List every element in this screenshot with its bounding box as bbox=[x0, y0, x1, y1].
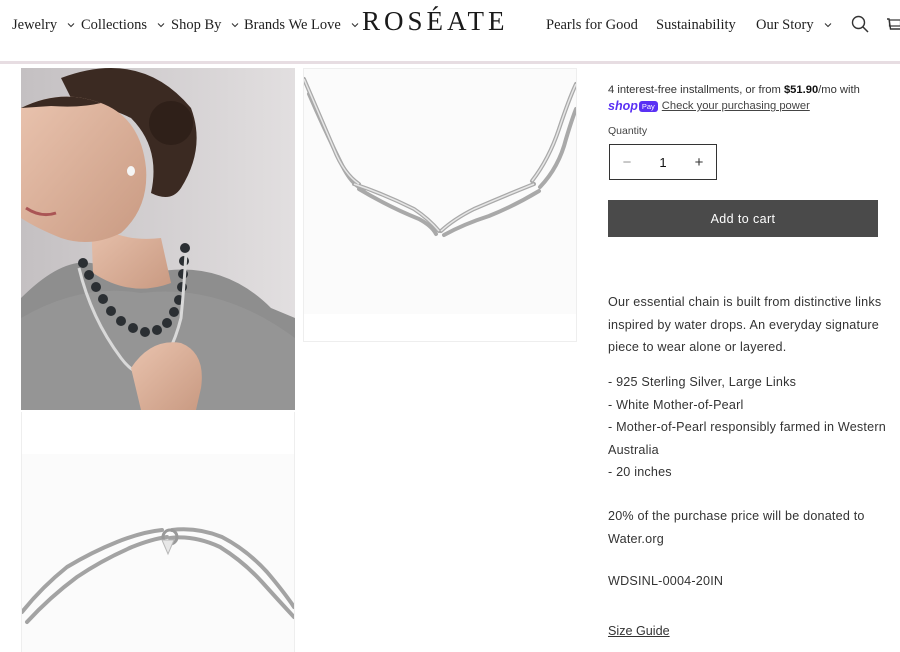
cart-icon[interactable] bbox=[884, 14, 900, 34]
installments-suffix: /mo with bbox=[818, 84, 860, 96]
nav-label: Brands We Love bbox=[244, 16, 341, 33]
quantity-increase-button[interactable]: + bbox=[682, 154, 716, 171]
nav-label: Collections bbox=[81, 16, 148, 33]
product-sku: WDSINL-0004-20IN bbox=[608, 574, 724, 588]
product-image-model[interactable] bbox=[21, 68, 295, 410]
nav-label: Sustainability bbox=[656, 16, 736, 33]
nav-label: Pearls for Good bbox=[546, 16, 638, 33]
product-description: Our essential chain is built from distin… bbox=[608, 295, 882, 354]
chevron-down-icon bbox=[823, 20, 833, 30]
donation-note: 20% of the purchase price will be donate… bbox=[608, 509, 865, 546]
feature-item: - 20 inches bbox=[608, 465, 672, 479]
shop-pay-logo: shop bbox=[608, 99, 638, 113]
site-header: Jewelry Collections Shop By Brands We Lo… bbox=[0, 0, 900, 61]
nav-sustainability[interactable]: Sustainability bbox=[656, 15, 736, 35]
product-image-chain-clasp[interactable] bbox=[21, 412, 295, 652]
search-icon[interactable] bbox=[850, 14, 870, 34]
quantity-stepper: − 1 + bbox=[609, 144, 717, 180]
feature-item: - White Mother-of-Pearl bbox=[608, 397, 744, 412]
nav-shop-by[interactable]: Shop By bbox=[171, 15, 240, 35]
brand-logo[interactable]: ROSÉATE bbox=[362, 6, 509, 37]
chevron-down-icon bbox=[230, 20, 240, 30]
nav-brands-we-love[interactable]: Brands We Love bbox=[244, 15, 360, 35]
installments-amount: $51.90 bbox=[783, 84, 819, 96]
feature-item: - 925 Sterling Silver, Large Links bbox=[608, 375, 797, 389]
quantity-decrease-button[interactable]: − bbox=[610, 154, 644, 171]
nav-jewelry[interactable]: Jewelry bbox=[12, 15, 76, 35]
product-image-chain-front[interactable] bbox=[303, 68, 577, 342]
installments-text: 4 interest-free installments, or from $5… bbox=[608, 83, 888, 98]
shop-pay-row: shop Pay Check your purchasing power bbox=[608, 99, 810, 113]
chevron-down-icon bbox=[66, 20, 76, 30]
nav-collections[interactable]: Collections bbox=[81, 15, 166, 35]
product-features: - 925 Sterling Silver, Large Links - Whi… bbox=[608, 371, 890, 484]
shop-pay-badge: Pay bbox=[638, 100, 658, 112]
chevron-down-icon bbox=[156, 20, 166, 30]
nav-our-story[interactable]: Our Story bbox=[756, 15, 833, 35]
quantity-input[interactable]: 1 bbox=[648, 155, 678, 170]
feature-item: - Mother-of-Pearl responsibly farmed in … bbox=[608, 420, 886, 457]
quantity-label: Quantity bbox=[608, 125, 648, 137]
nav-pearls-for-good[interactable]: Pearls for Good bbox=[546, 15, 638, 35]
nav-label: Our Story bbox=[756, 16, 814, 33]
size-guide-link[interactable]: Size Guide bbox=[608, 624, 670, 638]
nav-label: Jewelry bbox=[12, 16, 58, 33]
chevron-down-icon bbox=[350, 20, 360, 30]
installments-prefix: 4 interest-free installments, or from bbox=[608, 84, 784, 96]
nav-label: Shop By bbox=[171, 16, 222, 33]
purchasing-power-link[interactable]: Check your purchasing power bbox=[662, 100, 810, 112]
add-to-cart-button[interactable]: Add to cart bbox=[608, 200, 878, 237]
header-divider bbox=[0, 61, 900, 64]
